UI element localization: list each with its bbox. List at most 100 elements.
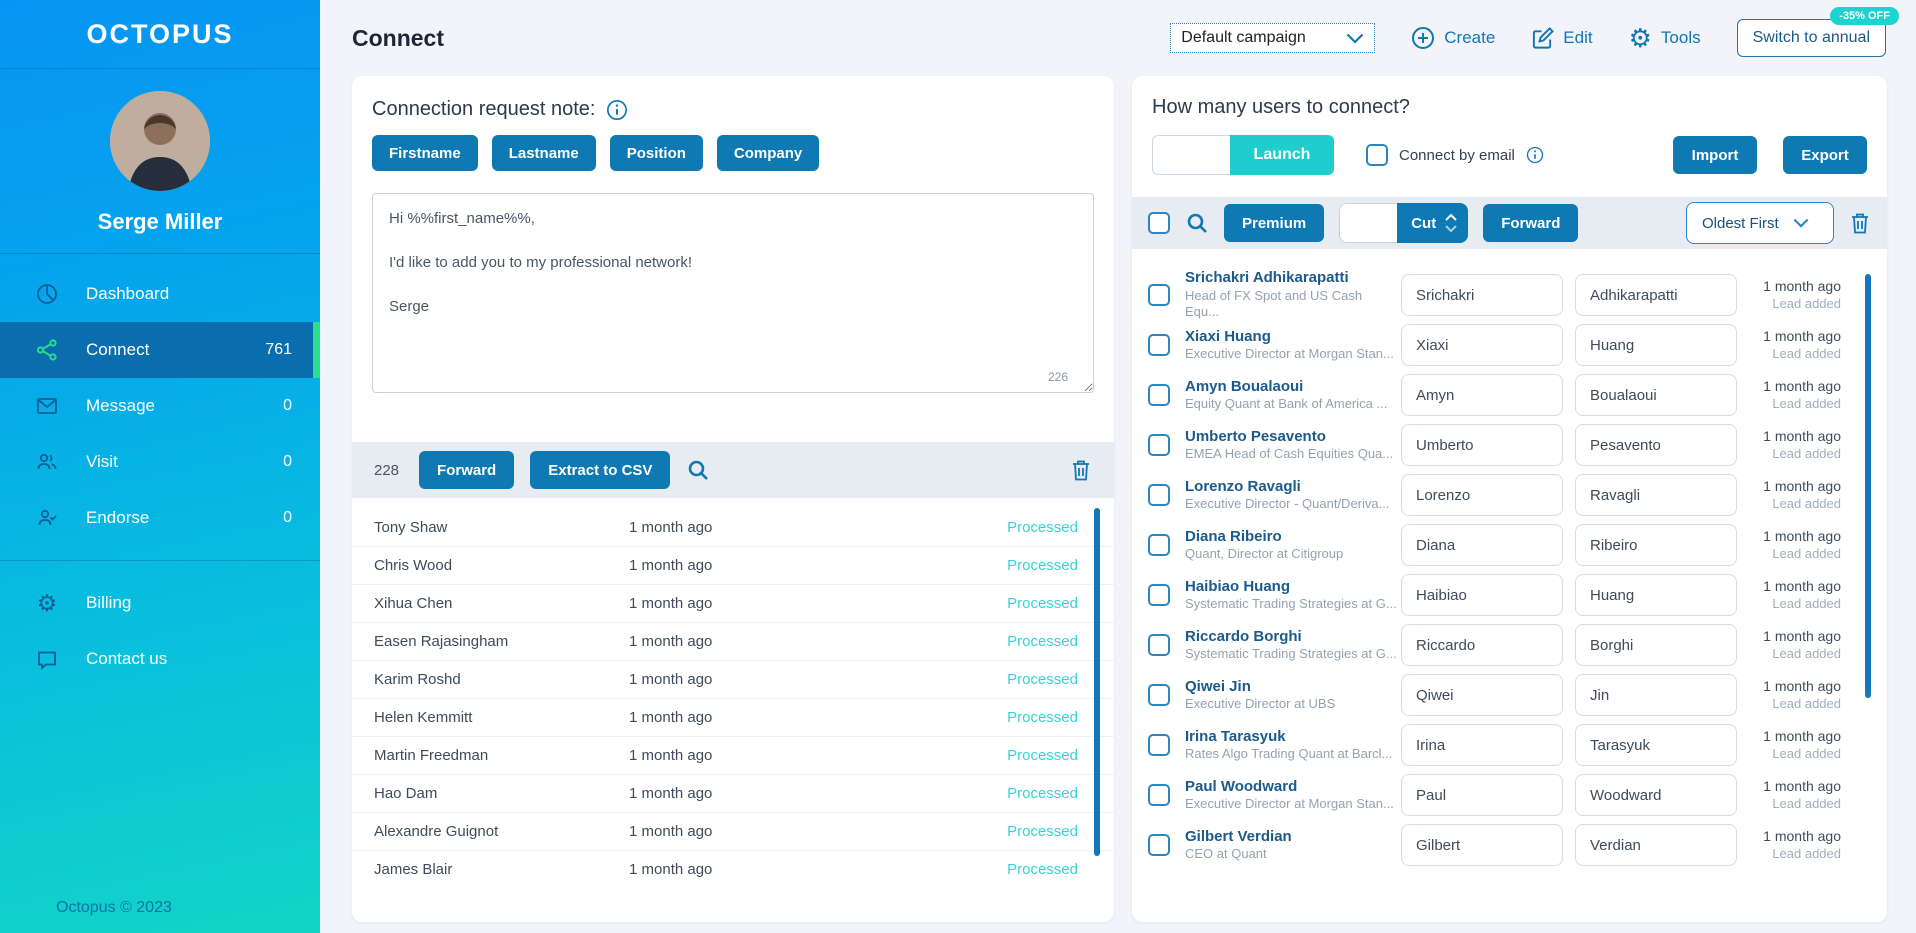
table-row[interactable]: Hao Dam 1 month ago Processed xyxy=(352,774,1114,812)
tag-lastname-button[interactable]: Lastname xyxy=(491,135,596,171)
table-row[interactable]: Chris Wood 1 month ago Processed xyxy=(352,546,1114,584)
tag-firstname-button[interactable]: Firstname xyxy=(372,135,478,171)
avatar[interactable] xyxy=(110,91,210,191)
lastname-input[interactable] xyxy=(1575,774,1737,816)
lead-name[interactable]: Haibiao Huang xyxy=(1185,578,1397,597)
table-row[interactable]: Tony Shaw 1 month ago Processed xyxy=(352,508,1114,546)
firstname-input[interactable] xyxy=(1401,574,1563,616)
lead-name[interactable]: Paul Woodward xyxy=(1185,778,1397,797)
lead-checkbox[interactable] xyxy=(1148,634,1170,656)
firstname-input[interactable] xyxy=(1401,324,1563,366)
note-textarea[interactable] xyxy=(372,193,1094,393)
lastname-input[interactable] xyxy=(1575,374,1737,416)
lead-checkbox[interactable] xyxy=(1148,734,1170,756)
info-icon[interactable] xyxy=(606,99,628,121)
lastname-input[interactable] xyxy=(1575,274,1737,316)
firstname-input[interactable] xyxy=(1401,474,1563,516)
lastname-input[interactable] xyxy=(1575,674,1737,716)
tag-company-button[interactable]: Company xyxy=(716,135,820,171)
firstname-input[interactable] xyxy=(1401,724,1563,766)
edit-button[interactable]: Edit xyxy=(1531,26,1593,50)
sidebar-item-message[interactable]: Message 0 xyxy=(0,378,320,434)
premium-button[interactable]: Premium xyxy=(1224,204,1325,242)
firstname-input[interactable] xyxy=(1401,624,1563,666)
lead-name[interactable]: Diana Ribeiro xyxy=(1185,528,1397,547)
sidebar-item-connect[interactable]: Connect 761 xyxy=(0,322,320,378)
lastname-input[interactable] xyxy=(1575,474,1737,516)
cut-count-input[interactable] xyxy=(1339,203,1398,243)
extract-csv-button[interactable]: Extract to CSV xyxy=(530,451,671,489)
firstname-input[interactable] xyxy=(1401,374,1563,416)
lead-checkbox[interactable] xyxy=(1148,684,1170,706)
lead-checkbox[interactable] xyxy=(1148,284,1170,306)
lead-row: Diana Ribeiro Quant, Director at Citigro… xyxy=(1132,520,1887,570)
cut-button[interactable]: Cut xyxy=(1397,203,1469,243)
lead-checkbox[interactable] xyxy=(1148,334,1170,356)
scrollbar[interactable] xyxy=(1094,508,1100,856)
table-row[interactable]: James Blair 1 month ago Processed xyxy=(352,850,1114,888)
search-button[interactable] xyxy=(686,458,710,482)
launch-button[interactable]: Launch xyxy=(1230,135,1334,175)
connect-by-email-checkbox[interactable] xyxy=(1366,144,1388,166)
table-row[interactable]: Helen Kemmitt 1 month ago Processed xyxy=(352,698,1114,736)
firstname-input[interactable] xyxy=(1401,824,1563,866)
table-row[interactable]: Easen Rajasingham 1 month ago Processed xyxy=(352,622,1114,660)
firstname-input[interactable] xyxy=(1401,674,1563,716)
table-row[interactable]: Alexandre Guignot 1 month ago Processed xyxy=(352,812,1114,850)
delete-button[interactable] xyxy=(1849,211,1871,235)
firstname-input[interactable] xyxy=(1401,424,1563,466)
lead-name[interactable]: Irina Tarasyuk xyxy=(1185,728,1397,747)
select-all-checkbox[interactable] xyxy=(1148,212,1170,234)
lastname-input[interactable] xyxy=(1575,624,1737,666)
table-row[interactable]: Xihua Chen 1 month ago Processed xyxy=(352,584,1114,622)
users-count-input[interactable] xyxy=(1152,135,1230,175)
firstname-input[interactable] xyxy=(1401,524,1563,566)
lastname-input[interactable] xyxy=(1575,574,1737,616)
lastname-input[interactable] xyxy=(1575,324,1737,366)
sidebar-item-dashboard[interactable]: Dashboard xyxy=(0,266,320,322)
stepper-arrows-icon[interactable] xyxy=(1444,213,1458,233)
lead-checkbox[interactable] xyxy=(1148,534,1170,556)
lead-name[interactable]: Qiwei Jin xyxy=(1185,678,1397,697)
lead-checkbox[interactable] xyxy=(1148,384,1170,406)
lastname-input[interactable] xyxy=(1575,524,1737,566)
forward-button[interactable]: Forward xyxy=(419,451,515,489)
lead-checkbox[interactable] xyxy=(1148,834,1170,856)
lead-name[interactable]: Riccardo Borghi xyxy=(1185,628,1397,647)
forward-button[interactable]: Forward xyxy=(1483,204,1579,242)
switch-to-annual-button[interactable]: Switch to annual -35% OFF xyxy=(1736,7,1899,57)
tag-position-button[interactable]: Position xyxy=(609,135,703,171)
topbar-actions: Default campaign Create Edit ⚙ Tools Swi… xyxy=(1170,7,1899,57)
lead-name[interactable]: Umberto Pesavento xyxy=(1185,428,1397,447)
sidebar-item-visit[interactable]: Visit 0 xyxy=(0,434,320,490)
campaign-select[interactable]: Default campaign xyxy=(1170,23,1376,53)
firstname-input[interactable] xyxy=(1401,774,1563,816)
lead-name[interactable]: Srichakri Adhikarapatti xyxy=(1185,269,1397,288)
lastname-input[interactable] xyxy=(1575,824,1737,866)
search-button[interactable] xyxy=(1185,211,1209,235)
export-button[interactable]: Export xyxy=(1783,136,1867,174)
scrollbar[interactable] xyxy=(1865,274,1871,698)
sidebar-item-billing[interactable]: ⚙ Billing xyxy=(0,575,320,631)
create-button[interactable]: Create xyxy=(1411,26,1495,50)
lead-checkbox[interactable] xyxy=(1148,784,1170,806)
tools-button[interactable]: ⚙ Tools xyxy=(1629,25,1701,51)
sidebar-item-contact-us[interactable]: Contact us xyxy=(0,631,320,687)
lead-name[interactable]: Xiaxi Huang xyxy=(1185,328,1397,347)
lead-name[interactable]: Amyn Boualaoui xyxy=(1185,378,1397,397)
lead-checkbox[interactable] xyxy=(1148,434,1170,456)
lead-name[interactable]: Lorenzo Ravagli xyxy=(1185,478,1397,497)
sort-select[interactable]: Oldest First xyxy=(1686,202,1834,244)
sidebar-item-endorse[interactable]: Endorse 0 xyxy=(0,490,320,546)
import-button[interactable]: Import xyxy=(1673,136,1757,174)
firstname-input[interactable] xyxy=(1401,274,1563,316)
lead-checkbox[interactable] xyxy=(1148,484,1170,506)
lead-name[interactable]: Gilbert Verdian xyxy=(1185,828,1397,847)
lastname-input[interactable] xyxy=(1575,724,1737,766)
info-icon[interactable] xyxy=(1526,146,1544,164)
table-row[interactable]: Karim Roshd 1 month ago Processed xyxy=(352,660,1114,698)
table-row[interactable]: Martin Freedman 1 month ago Processed xyxy=(352,736,1114,774)
delete-button[interactable] xyxy=(1070,458,1092,482)
lead-checkbox[interactable] xyxy=(1148,584,1170,606)
lastname-input[interactable] xyxy=(1575,424,1737,466)
